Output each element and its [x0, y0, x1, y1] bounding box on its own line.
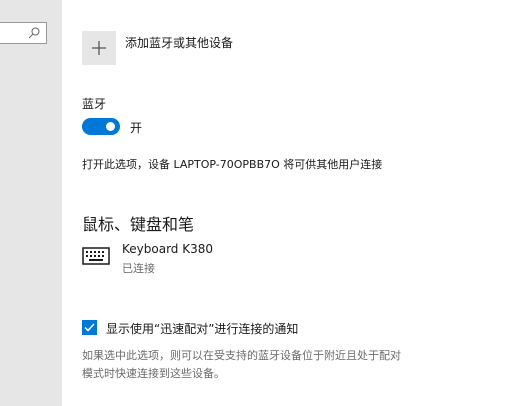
keyboard-icon: [82, 247, 110, 265]
swift-pair-checkbox[interactable]: [82, 320, 97, 335]
toggle-state-label: 开: [130, 121, 143, 135]
device-item[interactable]: Keyboard K380 已连接: [82, 240, 382, 276]
add-device-label[interactable]: 添加蓝牙或其他设备: [125, 34, 233, 51]
toggle-knob: [106, 122, 115, 131]
devices-section-heading: 鼠标、键盘和笔: [82, 215, 195, 234]
swift-pair-description-line: 模式时快速连接到这些设备。: [82, 367, 225, 380]
navigation-pane: [0, 0, 62, 406]
device-name: Keyboard K380: [122, 242, 213, 256]
add-device-tile[interactable]: [82, 31, 116, 65]
bluetooth-toggle[interactable]: [82, 118, 120, 135]
plus-icon: [92, 41, 106, 55]
swift-pair-label[interactable]: 显示使用“迅速配对”进行连接的通知: [106, 320, 298, 337]
search-input[interactable]: [0, 22, 47, 44]
device-status: 已连接: [122, 262, 155, 275]
swift-pair-description-line: 如果选中此选项，则可以在受支持的蓝牙设备位于附近且处于配对: [82, 349, 401, 362]
bluetooth-settings-page: 添加蓝牙或其他设备 蓝牙 开 打开此选项，设备 LAPTOP-70OPBB7O …: [0, 0, 508, 406]
check-icon: [84, 323, 95, 332]
swift-pair-option[interactable]: 显示使用“迅速配对”进行连接的通知: [82, 319, 482, 337]
cropped-page-title: [82, 0, 282, 5]
search-icon[interactable]: [27, 26, 41, 40]
bluetooth-heading: 蓝牙: [82, 97, 107, 111]
discoverable-info: 打开此选项，设备 LAPTOP-70OPBB7O 将可供其他用户连接: [82, 158, 383, 171]
bluetooth-toggle-row: 开: [82, 118, 202, 136]
add-device-button[interactable]: 添加蓝牙或其他设备: [82, 31, 382, 65]
swift-pair-description: 如果选中此选项，则可以在受支持的蓝牙设备位于附近且处于配对 模式时快速连接到这些…: [82, 347, 482, 383]
